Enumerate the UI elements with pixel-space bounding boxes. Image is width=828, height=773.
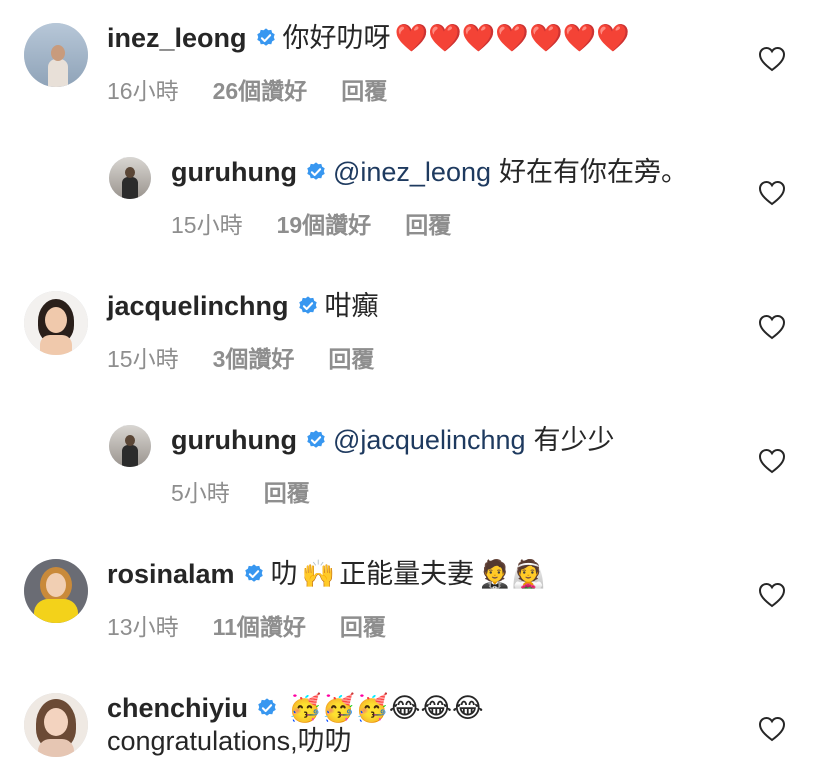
verified-badge-icon <box>258 698 276 716</box>
party-laugh-emoji: 🥳🥳🥳😂😂😂 <box>288 693 484 723</box>
verified-badge-icon <box>256 28 275 46</box>
comment-time: 16小時 <box>107 78 179 104</box>
likes-count[interactable]: 11個讚好 <box>213 608 306 642</box>
couple-emoji: 🤵👰 <box>478 559 546 589</box>
likes-count[interactable]: 3個讚好 <box>213 340 295 374</box>
reply-button[interactable]: 回覆 <box>328 340 374 374</box>
avatar[interactable] <box>109 157 151 199</box>
username[interactable]: guruhung <box>171 423 297 457</box>
like-heart-icon[interactable] <box>758 716 786 742</box>
avatar[interactable] <box>24 693 88 757</box>
verified-badge-icon <box>298 296 317 314</box>
comment-text: 好在有你在旁。 <box>499 157 688 187</box>
likes-count[interactable]: 26個讚好 <box>213 72 308 106</box>
reply-button[interactable]: 回覆 <box>340 608 386 642</box>
like-heart-icon[interactable] <box>758 582 786 608</box>
username[interactable]: rosinalam <box>107 557 235 591</box>
verified-badge-icon <box>244 564 263 582</box>
reply-button[interactable]: 回覆 <box>264 474 310 508</box>
comment-text: congratulations,叻叻 <box>107 726 352 756</box>
mention-link[interactable]: @jacquelinchng <box>333 423 526 457</box>
like-heart-icon[interactable] <box>758 46 786 72</box>
avatar[interactable] <box>109 425 151 467</box>
verified-badge-icon <box>307 430 325 448</box>
like-heart-icon[interactable] <box>758 314 786 340</box>
username[interactable]: jacquelinchng <box>107 289 289 323</box>
reply-button[interactable]: 回覆 <box>405 206 451 240</box>
comment-text: 有少少 <box>533 425 615 455</box>
comment-text: 叻 <box>270 559 298 589</box>
mention-link[interactable]: @inez_leong <box>333 155 491 189</box>
raising-hands-emoji: 🙌 <box>301 559 336 589</box>
comment-time: 13小時 <box>107 614 179 640</box>
username[interactable]: guruhung <box>171 155 297 189</box>
reply-button[interactable]: 回覆 <box>341 72 387 106</box>
comment-time: 15小時 <box>107 346 179 372</box>
likes-count[interactable]: 19個讚好 <box>277 206 372 240</box>
avatar[interactable] <box>24 291 88 355</box>
username[interactable]: chenchiyiu <box>107 691 248 725</box>
verified-badge-icon <box>307 162 325 180</box>
avatar[interactable] <box>24 559 88 623</box>
comment-emoji: ❤️❤️❤️❤️❤️❤️❤️ <box>394 23 630 53</box>
comment-text: 你好叻呀 <box>282 23 391 53</box>
comment-time: 5小時 <box>171 480 230 506</box>
like-heart-icon[interactable] <box>758 448 786 474</box>
like-heart-icon[interactable] <box>758 180 786 206</box>
comment-text: 咁癲 <box>324 291 379 321</box>
username[interactable]: inez_leong <box>107 21 247 55</box>
avatar[interactable] <box>24 23 88 87</box>
comment-time: 15小時 <box>171 212 243 238</box>
comment-text-2: 正能量夫妻 <box>339 559 475 589</box>
